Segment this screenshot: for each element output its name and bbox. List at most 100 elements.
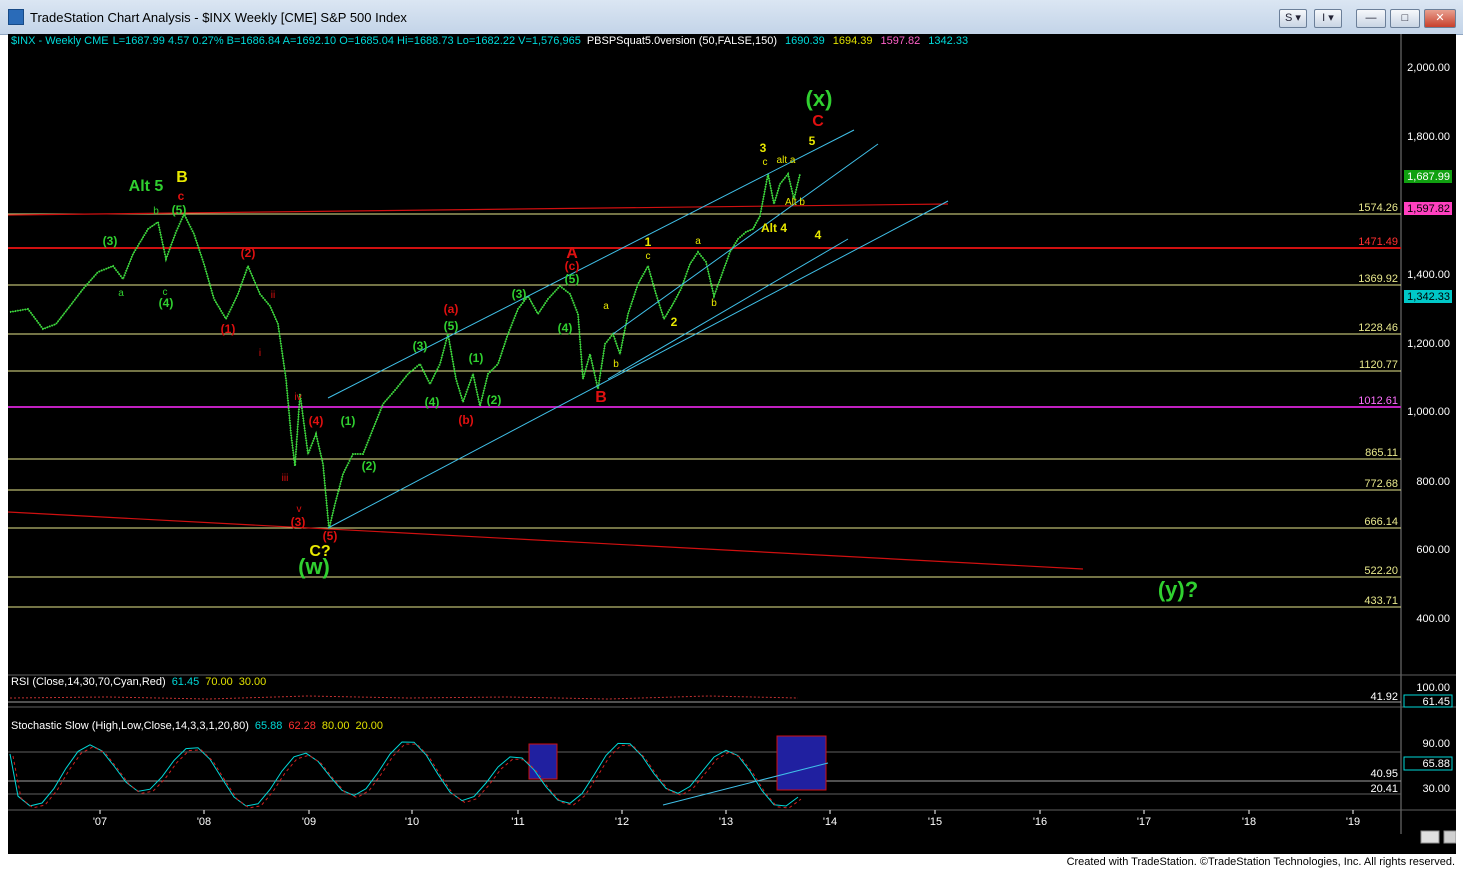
level-label: 1012.61: [1358, 395, 1398, 407]
stoch-highlight-box: [776, 735, 827, 791]
indicator-value: 1690.39: [785, 35, 825, 47]
price-tick-label: 1,800.00: [1407, 131, 1450, 143]
chart-canvas[interactable]: $INX - Weekly CME L=1687.99 4.57 0.27% B=…: [8, 34, 1456, 854]
level-label: 666.14: [1364, 516, 1398, 528]
time-tick-label: '14: [823, 816, 837, 828]
wave-label: C: [812, 113, 824, 130]
indicator-value: 1694.39: [833, 35, 873, 47]
rsi-label: RSI (Close,14,30,70,Cyan,Red): [11, 676, 166, 688]
minimize-icon[interactable]: —: [1356, 9, 1386, 28]
indicator-menu-button[interactable]: I ▾: [1314, 9, 1342, 28]
rsi-level-label: 41.92: [1370, 691, 1398, 703]
wave-label: (3): [103, 234, 118, 248]
wave-label: (5): [565, 272, 580, 286]
wave-label: (a): [444, 302, 459, 316]
wave-label: v: [297, 504, 302, 515]
wave-label: 5: [809, 134, 816, 148]
wave-label: (5): [172, 203, 187, 217]
stoch-header: Stochastic Slow (High,Low,Close,14,3,3,1…: [11, 720, 383, 732]
time-tick-label: '13: [719, 816, 733, 828]
time-tick-label: '15: [928, 816, 942, 828]
chart-indicator-name: PBSPSquat5.0version (50,FALSE,150): [587, 35, 777, 47]
wave-label: Alt 5: [129, 178, 164, 195]
wave-label: a: [118, 288, 124, 299]
time-tick-label: '18: [1242, 816, 1256, 828]
wave-label: c: [763, 157, 768, 168]
window-titlebar: TradeStation Chart Analysis - $INX Weekl…: [0, 0, 1463, 35]
price-tick-label: 800.00: [1416, 476, 1450, 488]
stoch-level-label: 20.41: [1370, 783, 1398, 795]
wave-label: (4): [309, 414, 324, 428]
time-tick-label: '12: [615, 816, 629, 828]
price-tick-label: 2,000.00: [1407, 62, 1450, 74]
rsi-axis-label: 100.00: [1416, 682, 1450, 694]
rsi-value: 30.00: [239, 676, 267, 688]
wave-label: Alt 4: [761, 221, 787, 235]
stoch-axis-label: 90.00: [1422, 738, 1450, 750]
chart-header: $INX - Weekly CME L=1687.99 4.57 0.27% B=…: [11, 35, 968, 47]
level-label: 1574.26: [1358, 202, 1398, 214]
wave-label: iii: [282, 473, 289, 484]
indicator-value: 1342.33: [928, 35, 968, 47]
price-tick-label: 1,400.00: [1407, 269, 1450, 281]
price-flag-label: 1,687.99: [1407, 171, 1450, 183]
wave-label: (5): [323, 529, 338, 543]
rsi-header: RSI (Close,14,30,70,Cyan,Red) 61.45 70.00 3…: [11, 676, 266, 688]
chart-area[interactable]: $INX - Weekly CME L=1687.99 4.57 0.27% B=…: [8, 34, 1456, 854]
price-tick-label: 1,200.00: [1407, 338, 1450, 350]
tradestation-app-icon: [8, 9, 24, 25]
price-tick-label: 1,000.00: [1407, 406, 1450, 418]
indicator-value: 1597.82: [881, 35, 921, 47]
time-tick-label: '09: [302, 816, 316, 828]
wave-label: 2: [671, 315, 678, 329]
wave-label: (b): [458, 413, 473, 427]
time-tick-label: '10: [405, 816, 419, 828]
wave-label: (w): [298, 554, 330, 579]
time-tick-label: '07: [93, 816, 107, 828]
time-tick-label: '17: [1137, 816, 1151, 828]
wave-label: (2): [241, 246, 256, 260]
level-label: 1120.77: [1359, 359, 1398, 371]
wave-label: (1): [341, 414, 356, 428]
wave-label: (3): [512, 287, 527, 301]
style-menu-button[interactable]: S ▾: [1279, 9, 1307, 28]
window-title: TradeStation Chart Analysis - $INX Weekl…: [30, 10, 407, 25]
wave-label: 1: [645, 235, 652, 249]
chart-quote-stats: L=1687.99 4.57 0.27% B=1686.84 A=1692.10…: [113, 35, 581, 47]
wave-label: 3: [760, 141, 767, 155]
stoch-value: 62.28: [288, 720, 316, 732]
close-icon[interactable]: ✕: [1424, 9, 1456, 28]
stoch-value: 65.88: [255, 720, 283, 732]
wave-label: B: [176, 169, 188, 186]
level-label: 1228.46: [1358, 322, 1398, 334]
level-label: 433.71: [1364, 595, 1398, 607]
maximize-icon[interactable]: □: [1390, 9, 1420, 28]
chart-symbol: $INX - Weekly CME: [11, 35, 109, 47]
level-label: 865.11: [1365, 447, 1398, 459]
time-tick-label: '11: [511, 816, 525, 828]
wave-label: alt a: [777, 155, 796, 166]
wave-label: (4): [558, 321, 573, 335]
time-tick-label: '08: [197, 816, 211, 828]
wave-label: (4): [425, 395, 440, 409]
wave-label: (3): [413, 339, 428, 353]
wave-label: c: [178, 189, 185, 203]
price-tick-label: 400.00: [1416, 613, 1450, 625]
rsi-flag-label: 61.45: [1422, 696, 1450, 708]
wave-label: b: [153, 206, 159, 217]
stoch-flag-label: 65.88: [1422, 758, 1450, 770]
wave-label: (4): [159, 296, 174, 310]
price-flag-label: 1,342.33: [1407, 291, 1450, 303]
stoch-label: Stochastic Slow (High,Low,Close,14,3,3,1…: [11, 720, 249, 732]
level-label: 522.20: [1364, 565, 1398, 577]
wave-label: B: [595, 389, 607, 406]
wave-label: i: [259, 348, 261, 359]
wave-label: (2): [487, 393, 502, 407]
wave-label: 4: [815, 228, 822, 242]
stoch-highlight-box: [528, 743, 558, 780]
wave-label: (x): [806, 86, 833, 111]
wave-label: (c): [565, 259, 580, 273]
level-label: 1471.49: [1358, 236, 1398, 248]
stoch-axis-label: 30.00: [1422, 783, 1450, 795]
price-flag-label: 1,597.82: [1407, 203, 1450, 215]
